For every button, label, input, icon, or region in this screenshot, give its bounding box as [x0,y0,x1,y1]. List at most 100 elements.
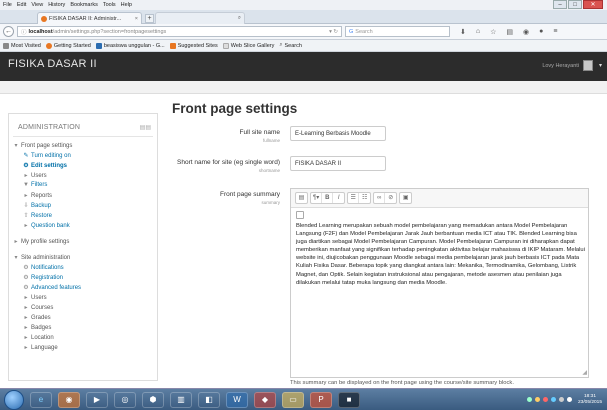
browser-menubar: File Edit View History Bookmarks Tools H… [0,0,607,10]
close-tab-icon[interactable]: × [135,16,138,22]
tray-icon[interactable] [534,397,540,402]
tray-icon[interactable] [526,397,532,402]
unordered-list-icon[interactable]: ☰ [348,193,360,203]
bookmark-suggested-sites[interactable]: Suggested Sites [169,42,218,49]
sidebar-item-courses[interactable]: ▸ Courses [23,304,53,312]
image-placeholder-icon [296,211,304,219]
sidebar-item-turn-editing-on[interactable]: ✎ Turn editing on [23,152,71,160]
sidebar-item-label: Users [31,294,47,301]
ordered-list-icon[interactable]: ☷ [359,193,370,203]
menu-view[interactable]: View [31,2,43,8]
menu-help[interactable]: Help [121,2,132,8]
app-dark-icon[interactable]: ■ [338,391,360,408]
bookmark-most-visited[interactable]: Most Visited [3,42,41,49]
sidebar-item-question-bank[interactable]: ▸ Question bank [23,222,69,230]
url-host: localhost [28,28,53,35]
site-header: FISIKA DASAR II Lovy Herayanti ▾ [0,52,607,94]
app-red-icon[interactable]: ◆ [254,391,276,408]
sidebar-item-site-administration[interactable]: ▾ Site administration [13,254,70,262]
ie-icon[interactable]: e [30,391,52,408]
folder-icon[interactable]: ▭ [282,391,304,408]
word-icon[interactable]: W [226,391,248,408]
sidebar-item-label: Turn editing on [31,152,71,159]
sidebar-item-advanced-features[interactable]: ⚙ Advanced features [23,284,81,292]
menu-bookmarks[interactable]: Bookmarks [70,2,98,8]
tab-inactive[interactable]: ⌕ [155,12,245,24]
sidebar-item-users[interactable]: ▸ Users [23,172,46,180]
sidebar-item-badges[interactable]: ▸ Badges [23,324,51,332]
avatar[interactable] [583,60,593,71]
full-site-name-field[interactable]: E-Learning Berbasis Moodle [290,126,386,141]
app-icon[interactable]: ⬢ [142,391,164,408]
menu-file[interactable]: File [3,2,12,8]
search-box[interactable]: G Search [345,26,450,37]
menu-tools[interactable]: Tools [103,2,116,8]
hamburger-menu-icon[interactable]: ≡ [553,28,557,35]
italic-icon[interactable]: I [333,193,344,203]
resize-handle-icon[interactable]: ◢ [582,369,587,376]
toolbar-toggle-icon[interactable]: ▤ [296,193,307,203]
sidebar-item-registration[interactable]: ⚙ Registration [23,274,63,282]
sidebar-item-my-profile-settings[interactable]: ▸ My profile settings [13,238,69,246]
url-bar[interactable]: ⓘ localhost /admin/settings.php?section=… [17,26,342,37]
user-name[interactable]: Lovy Herayanti [542,63,579,69]
bold-icon[interactable]: B [322,193,334,203]
windows-taskbar: e ◉ ▶ ◎ ⬢ ▥ ◧ W ◆ ▭ P ■ 18:31 23/05/2015 [0,388,607,410]
menu-history[interactable]: History [48,2,65,8]
volume-icon[interactable] [566,397,572,402]
clock[interactable]: 18:31 23/05/2015 [578,394,602,405]
sidebar-item-label: Notifications [31,264,64,271]
sidebar-item-language[interactable]: ▸ Language [23,344,57,352]
maximize-button[interactable]: □ [568,0,582,9]
network-icon[interactable] [558,397,564,402]
link-icon[interactable]: ∞ [374,193,386,203]
shield-icon[interactable]: ◉ [523,28,529,36]
sidebar-item-front-page-settings[interactable]: ▾ Front page settings [13,142,72,150]
download-icon[interactable]: ⬇ [460,28,466,36]
block-controls-icon[interactable]: ▤▤ [140,124,151,131]
site-title[interactable]: FISIKA DASAR II [8,58,97,70]
sidebar-item-edit-settings[interactable]: ⚙ Edit settings [23,162,67,170]
full-site-name-sublabel: fullname [262,138,280,143]
back-button[interactable]: ← [3,26,14,37]
bookmark-beasiswa[interactable]: beasiswa unggulan - G... [95,42,165,49]
chat-icon[interactable]: ● [539,28,543,35]
media-player-icon[interactable]: ▶ [86,391,108,408]
sidebar-item-filters[interactable]: ▼ Filters [23,182,47,188]
bookmark-web-slice[interactable]: Web Slice Gallery [222,42,274,49]
sidebar-item-restore[interactable]: ⇧ Restore [23,212,52,220]
bookmark-getting-started[interactable]: Getting Started [45,42,91,49]
sidebar-item-grades[interactable]: ▸ Grades [23,314,50,322]
tab-active[interactable]: FISIKA DASAR II: Administr... × [37,12,142,24]
chevron-down-icon[interactable]: ▾ [599,62,602,69]
bookmark-search[interactable]: ⌕ Search [279,42,302,49]
clipboard-icon[interactable]: ▤ [506,28,513,36]
menu-edit[interactable]: Edit [17,2,26,8]
paragraph-style-icon[interactable]: ¶▾ [311,193,323,203]
chrome-icon[interactable]: ◎ [114,391,136,408]
bookmark-star-icon[interactable]: ☆ [490,28,496,36]
sidebar-item-users-admin[interactable]: ▸ Users [23,294,47,302]
minimize-button[interactable]: – [553,0,567,9]
sidebar-item-reports[interactable]: ▸ Reports [23,192,52,200]
reload-icon[interactable]: ▾ ↻ [329,29,338,35]
tray-icon[interactable] [550,397,556,402]
shortcut-icon[interactable]: ◧ [198,391,220,408]
home-icon[interactable]: ⌂ [476,28,480,35]
sidebar-item-notifications[interactable]: ⚙ Notifications [23,264,64,272]
new-tab-button[interactable]: + [145,14,154,23]
powerpoint-icon[interactable]: P [310,391,332,408]
unlink-icon[interactable]: ⊘ [385,193,396,203]
summary-text[interactable]: Blended Learning merupakan sebuah model … [296,222,585,287]
collapsed-arrow-icon: ▸ [24,315,28,321]
sidebar-item-location[interactable]: ▸ Location [23,334,53,342]
tray-icon[interactable] [542,397,548,402]
sidebar-item-backup[interactable]: ⇩ Backup [23,202,51,210]
close-window-button[interactable]: ✕ [583,0,603,9]
image-icon[interactable]: ▣ [400,193,411,203]
firefox-icon[interactable]: ◉ [58,391,80,408]
lock-icon: ⓘ [21,29,27,36]
short-name-field[interactable]: FISIKA DASAR II [290,156,386,171]
start-button[interactable] [4,389,24,410]
explorer-icon[interactable]: ▥ [170,391,192,408]
